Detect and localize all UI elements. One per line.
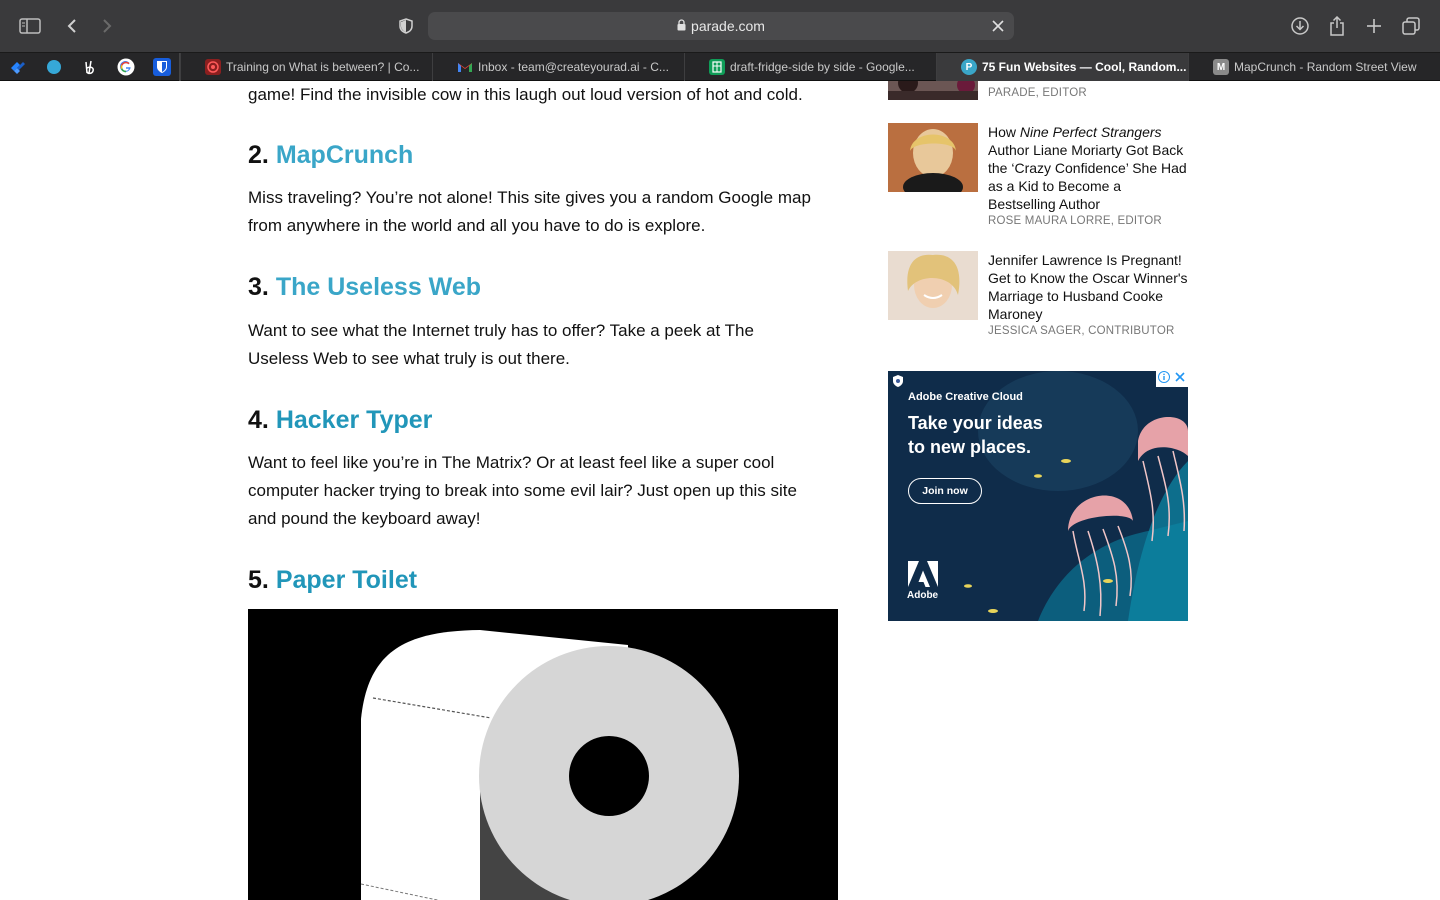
ad-close-controls — [1156, 371, 1188, 387]
story-author: ROSE MAURA LORRE, EDITOR — [988, 215, 1162, 227]
section-heading-useless-web: 3. The Useless Web — [248, 273, 481, 301]
back-icon[interactable] — [58, 12, 86, 40]
link-mapcrunch[interactable]: MapCrunch — [276, 141, 414, 169]
ad-logo-text: Adobe — [907, 590, 939, 601]
section-heading-mapcrunch: 2. MapCrunch — [248, 141, 414, 169]
story-title[interactable]: Jennifer Lawrence Is Pregnant! Get to Kn… — [988, 251, 1188, 323]
ad-info-icon[interactable] — [1158, 371, 1170, 388]
address-bar[interactable]: parade.com — [428, 12, 1014, 40]
forward-icon[interactable] — [93, 12, 121, 40]
sidebar-story[interactable]: Jennifer Lawrence Is Pregnant! Get to Kn… — [888, 251, 1188, 341]
privacy-shield-icon[interactable] — [392, 12, 420, 40]
intro-paragraph: game! Find the invisible cow in this lau… — [248, 85, 803, 104]
story-thumbnail[interactable] — [888, 251, 978, 320]
sidebar-story[interactable]: How Nine Perfect Strangers Author Liane … — [888, 123, 1188, 233]
target-icon — [205, 59, 221, 75]
bitwarden-icon[interactable] — [152, 57, 172, 77]
new-tab-icon[interactable] — [1360, 12, 1388, 40]
tab-gmail[interactable]: Inbox - team@createyourad.ai - C... — [432, 53, 684, 81]
ad-join-button[interactable]: Join now — [908, 478, 982, 504]
peace-icon[interactable] — [80, 57, 100, 77]
gmail-icon — [457, 59, 473, 75]
story-thumbnail[interactable] — [888, 81, 978, 100]
downloads-icon[interactable] — [1286, 12, 1314, 40]
jira-icon[interactable] — [8, 57, 28, 77]
story-thumbnail[interactable] — [888, 123, 978, 192]
lock-icon — [677, 18, 686, 34]
ad-close-icon[interactable] — [1174, 371, 1186, 388]
circle-icon[interactable] — [44, 57, 64, 77]
tab-mapcrunch[interactable]: M MapCrunch - Random Street View — [1188, 53, 1440, 81]
tab-sheets[interactable]: draft-fridge-side by side - Google... — [684, 53, 936, 81]
ad-brand: Adobe Creative Cloud — [908, 391, 1023, 403]
web-page: game! Find the invisible cow in this lau… — [0, 81, 1440, 900]
tab-parade[interactable]: P 75 Fun Websites — Cool, Random... — [936, 53, 1188, 81]
ad-headline: Take your ideas to new places. — [908, 413, 1043, 457]
paragraph-mapcrunch: Miss traveling? You’re not alone! This s… — [248, 188, 811, 235]
link-paper-toilet[interactable]: Paper Toilet — [276, 566, 417, 594]
m-icon: M — [1213, 59, 1229, 75]
link-useless-web[interactable]: The Useless Web — [276, 273, 481, 301]
story-title[interactable]: How Nine Perfect Strangers Author Liane … — [988, 123, 1188, 213]
share-icon[interactable] — [1323, 12, 1351, 40]
tab-bar: Training on What is between? | Co... Inb… — [0, 52, 1440, 81]
adobe-logo-icon — [908, 561, 938, 592]
story-author: PARADE, EDITOR — [988, 87, 1087, 99]
paragraph-useless-web: Want to see what the Internet truly has … — [248, 321, 754, 368]
close-icon[interactable] — [990, 18, 1006, 34]
sidebar-story[interactable]: PARADE, EDITOR — [888, 81, 1188, 101]
url-text: parade.com — [691, 18, 765, 34]
link-hacker-typer[interactable]: Hacker Typer — [276, 406, 433, 434]
paragraph-hacker-typer: Want to feel like you’re in The Matrix? … — [248, 453, 797, 528]
tab-training[interactable]: Training on What is between? | Co... — [180, 53, 432, 81]
sheets-icon — [709, 59, 725, 75]
sidebar-toggle-icon[interactable] — [16, 12, 44, 40]
adchoices-shield-icon[interactable] — [892, 374, 904, 393]
adobe-ad[interactable]: Adobe Creative Cloud Take your ideas to … — [888, 371, 1188, 621]
google-icon[interactable] — [116, 57, 136, 77]
tab-overview-icon[interactable] — [1397, 12, 1425, 40]
story-author: JESSICA SAGER, CONTRIBUTOR — [988, 325, 1175, 337]
section-heading-paper-toilet: 5. Paper Toilet — [248, 566, 418, 594]
section-heading-hacker-typer: 4. Hacker Typer — [248, 406, 433, 434]
parade-icon: P — [961, 59, 977, 75]
browser-toolbar: parade.com — [0, 0, 1440, 52]
paper-toilet-image[interactable] — [248, 609, 838, 900]
